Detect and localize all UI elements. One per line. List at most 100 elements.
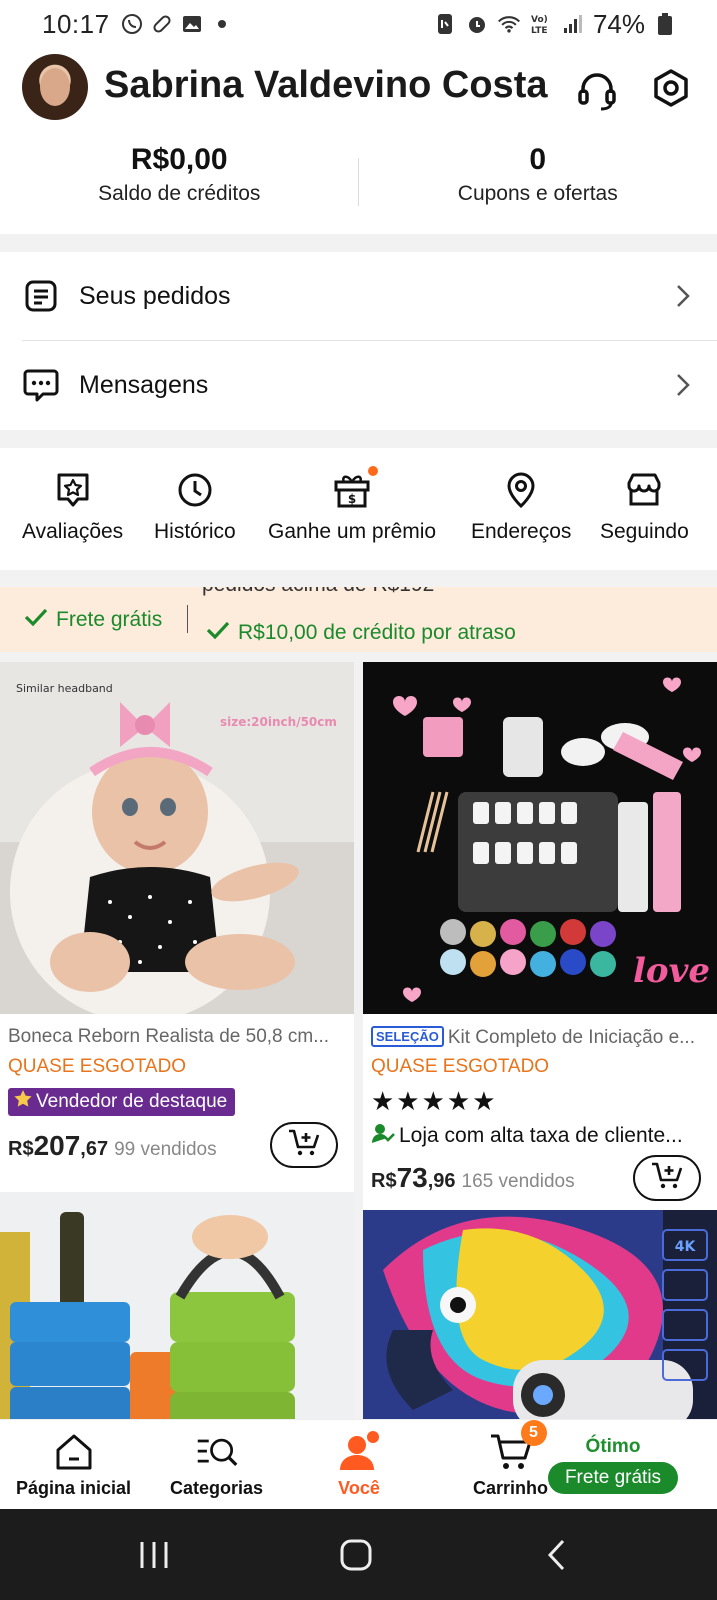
add-to-cart-button[interactable] <box>270 1122 338 1168</box>
projector-parrot-image[interactable]: 4K <box>363 1210 717 1419</box>
avatar[interactable] <box>22 54 88 120</box>
messages-icon <box>22 366 60 404</box>
battery-icon <box>653 12 677 36</box>
headset-icon[interactable] <box>574 66 620 112</box>
image-caption: love <box>633 951 710 991</box>
nav-home[interactable]: Página inicial <box>16 1430 131 1499</box>
nav-label: Categorias <box>170 1478 264 1498</box>
cart-count-badge: 5 <box>520 1420 547 1446</box>
signal-icon <box>561 12 585 36</box>
product-grid: Similar headband size:20inch/50cm Boneca… <box>0 662 717 1419</box>
shortcut-label: Ganhe um prêmio <box>268 520 437 543</box>
shortcut-reviews[interactable]: Avaliações <box>22 470 123 544</box>
badge-label: Vendedor de destaque <box>36 1091 228 1112</box>
nav-label: Você <box>338 1478 380 1498</box>
product-image[interactable]: love <box>363 662 717 1014</box>
menu-item-label: Seus pedidos <box>79 281 231 310</box>
nav-you[interactable]: Você <box>337 1430 381 1499</box>
price-integer: 73 <box>396 1162 428 1193</box>
shortcut-label: Histórico <box>154 520 236 543</box>
add-to-cart-button[interactable] <box>633 1155 701 1201</box>
nav-categories[interactable]: Categorias <box>170 1430 263 1499</box>
system-navigation-bar <box>0 1509 717 1600</box>
svg-text:LTE: LTE <box>531 26 548 36</box>
product-title[interactable]: Boneca Reborn Realista de 50,8 cm... <box>8 1026 344 1048</box>
recent-apps-icon[interactable] <box>134 1537 174 1573</box>
product-price: R$ 73 ,96 165 vendidos <box>371 1162 575 1194</box>
selection-badge: SELEÇÃO <box>371 1026 444 1047</box>
home-button-icon[interactable] <box>336 1537 376 1573</box>
wifi-icon <box>497 12 521 36</box>
free-shipping-pill: Frete grátis <box>548 1462 678 1494</box>
check-icon <box>24 607 48 633</box>
verified-user-icon <box>371 1122 395 1150</box>
shipping-promo-title: Ótimo <box>585 1436 641 1457</box>
nav-label: Página inicial <box>16 1478 132 1498</box>
shortcut-label: Endereços <box>471 520 572 543</box>
gallery-icon <box>180 12 204 36</box>
notification-dot <box>368 466 379 476</box>
sold-count: 165 vendidos <box>461 1171 575 1192</box>
shortcut-following[interactable]: Seguindo <box>600 470 689 544</box>
add-cart-icon <box>650 1161 684 1196</box>
menu-item-label: Mensagens <box>79 370 209 399</box>
chevron-right-icon <box>673 370 693 400</box>
bottom-navigation: Página inicial Categorias Você 5 Carrinh… <box>0 1419 717 1509</box>
stock-status: QUASE ESGOTADO <box>371 1056 550 1077</box>
svg-text:Vo): Vo) <box>531 15 548 25</box>
product-card[interactable]: 4K <box>363 1210 717 1419</box>
rating-stars: ★★★★★ <box>371 1086 498 1116</box>
settings-icon[interactable] <box>648 66 694 112</box>
product-card[interactable] <box>0 1192 354 1419</box>
product-card[interactable]: love SELEÇÃO Kit Completo de Iniciação e.… <box>363 662 717 1210</box>
image-caption: 4K <box>675 1239 697 1255</box>
shortcut-history[interactable]: Histórico <box>154 470 236 544</box>
battery-percent: 74% <box>592 8 645 39</box>
product-price: R$ 207 ,67 99 vendidos <box>8 1130 217 1162</box>
orders-icon <box>22 277 60 315</box>
location-icon <box>501 470 541 510</box>
lunch-box-image[interactable] <box>0 1192 354 1419</box>
top-seller-badge: Vendedor de destaque <box>8 1088 236 1116</box>
shipping-promo[interactable]: Ótimo Frete grátis <box>548 1436 678 1494</box>
product-image[interactable]: Similar headband size:20inch/50cm <box>0 662 354 1014</box>
back-icon[interactable] <box>536 1537 576 1573</box>
home-icon <box>52 1430 96 1474</box>
user-name: Sabrina Valdevino Costa <box>104 64 548 106</box>
dot-icon <box>210 12 234 36</box>
product-card[interactable]: Similar headband size:20inch/50cm Boneca… <box>0 662 354 1192</box>
late-credit-benefit: R$10,00 de crédito por atraso <box>206 620 516 646</box>
shortcut-label: Avaliações <box>22 520 124 543</box>
shortcut-rewards[interactable]: $ Ganhe um prêmio <box>268 466 437 544</box>
account-menu: Seus pedidos Mensagens <box>0 252 717 430</box>
coupons-value: 0 <box>529 143 547 176</box>
stats-divider <box>358 158 359 206</box>
nav-cart[interactable]: 5 Carrinho <box>473 1420 548 1499</box>
product-title[interactable]: SELEÇÃO Kit Completo de Iniciação e... <box>371 1026 707 1049</box>
shortcut-label: Seguindo <box>600 520 689 543</box>
categories-search-icon <box>195 1430 239 1474</box>
menu-item-orders[interactable]: Seus pedidos <box>0 252 717 340</box>
menu-item-messages[interactable]: Mensagens <box>0 341 717 429</box>
store-note-text: Loja com alta taxa de cliente... <box>399 1124 683 1147</box>
alarm-icon <box>465 12 489 36</box>
check-icon <box>206 620 230 646</box>
clock-icon <box>175 470 215 510</box>
store-rating-note: Loja com alta taxa de cliente... <box>371 1122 707 1150</box>
product-title-text: Kit Completo de Iniciação e... <box>447 1027 695 1048</box>
credits-value: R$0,00 <box>130 143 228 176</box>
free-shipping-benefit: Frete grátis <box>24 607 162 633</box>
price-currency: R$ <box>371 1170 397 1192</box>
benefits-banner[interactable]: pedidos acima de R$192 Frete grátis R$10… <box>0 587 717 652</box>
stock-status: QUASE ESGOTADO <box>8 1056 187 1077</box>
image-caption: size:20inch/50cm <box>220 715 337 729</box>
banner-cut-text: pedidos acima de R$192 <box>202 587 434 597</box>
credits-balance[interactable]: R$0,00 Saldo de créditos <box>0 140 359 220</box>
coupons-offers[interactable]: 0 Cupons e ofertas <box>359 140 717 220</box>
sparkle-star-icon <box>12 1088 34 1116</box>
shortcut-addresses[interactable]: Endereços <box>471 470 571 544</box>
store-icon <box>624 470 664 510</box>
account-stats: R$0,00 Saldo de créditos 0 Cupons e ofer… <box>0 140 717 220</box>
add-cart-icon <box>287 1128 321 1163</box>
benefit-label: R$10,00 de crédito por atraso <box>238 621 516 644</box>
